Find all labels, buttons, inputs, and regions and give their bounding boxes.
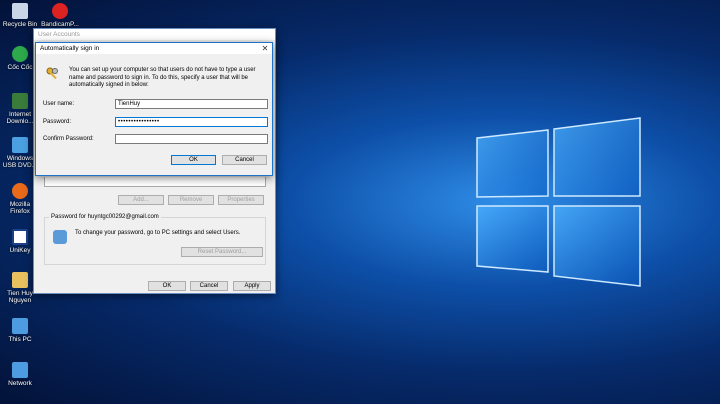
desktop-icon-this-pc[interactable]: This PC	[0, 318, 40, 343]
ok-button[interactable]: OK	[148, 281, 186, 291]
computer-icon	[12, 318, 28, 334]
unikey-icon	[12, 229, 28, 245]
desktop-icon-label: Internet Downlo...	[6, 111, 34, 125]
desktop-icon-recycle-bin[interactable]: Recycle Bin	[0, 3, 40, 28]
password-groupbox: Password for huyntgc00292@gmail.com To c…	[44, 214, 266, 265]
recycle-bin-icon	[12, 3, 28, 19]
bandicam-icon	[52, 3, 68, 19]
password-label: Password:	[43, 119, 72, 125]
cancel-button[interactable]: Cancel	[190, 281, 228, 291]
auto-signin-dialog: Automatically sign in ✕ You can set up y…	[35, 42, 273, 176]
desktop-icon-label: Tien Huy Nguyen	[7, 290, 33, 304]
confirm-password-field[interactable]	[115, 134, 268, 144]
username-field[interactable]: TienHuy	[115, 99, 268, 109]
add-button[interactable]: Add...	[118, 195, 164, 205]
desktop-icon-label: Cốc Cốc	[7, 64, 33, 71]
close-icon[interactable]: ✕	[258, 44, 272, 53]
desktop-icon-label: Network	[8, 380, 32, 387]
desktop-icon-label: Recycle Bin	[2, 21, 38, 28]
desktop-icon-label: Windows USB DVD...	[2, 155, 38, 169]
reset-password-button[interactable]: Reset Password...	[181, 247, 263, 257]
desktop-icon-label: This PC	[8, 336, 32, 343]
user-accounts-title: User Accounts	[38, 31, 80, 38]
password-field[interactable]: ••••••••••••••••	[115, 117, 268, 127]
password-group-title: Password for huyntgc00292@gmail.com	[49, 214, 161, 220]
users-list	[44, 177, 266, 187]
desktop-icon-label: UniKey	[9, 247, 31, 254]
coccoc-icon	[12, 46, 28, 62]
network-icon	[12, 362, 28, 378]
signin-cancel-button[interactable]: Cancel	[222, 155, 267, 165]
signin-ok-button[interactable]: OK	[171, 155, 216, 165]
desktop-icon-label: Mozilla Firefox	[9, 201, 31, 215]
properties-button[interactable]: Properties	[218, 195, 264, 205]
auto-signin-description: You can set up your computer so that use…	[69, 67, 256, 88]
confirm-password-label: Confirm Password:	[43, 136, 94, 142]
desktop-icon-bandicam[interactable]: BandicamP...	[40, 3, 80, 28]
desktop-icon-network[interactable]: Network	[0, 362, 40, 387]
desktop-icon-label: BandicamP...	[41, 21, 79, 28]
auto-signin-title: Automatically sign in	[40, 45, 100, 52]
auto-signin-titlebar: Automatically sign in ✕	[36, 43, 272, 54]
download-manager-icon	[12, 93, 28, 109]
user-accounts-titlebar: User Accounts	[34, 29, 275, 40]
apply-button[interactable]: Apply	[233, 281, 271, 291]
user-folder-icon	[12, 272, 28, 288]
keys-icon	[46, 67, 60, 81]
password-group-text: To change your password, go to PC settin…	[75, 230, 241, 236]
usb-dvd-tool-icon	[12, 137, 28, 153]
remove-button[interactable]: Remove	[168, 195, 214, 205]
username-label: User name:	[43, 101, 75, 107]
firefox-icon	[12, 183, 28, 199]
user-key-icon	[53, 230, 67, 244]
